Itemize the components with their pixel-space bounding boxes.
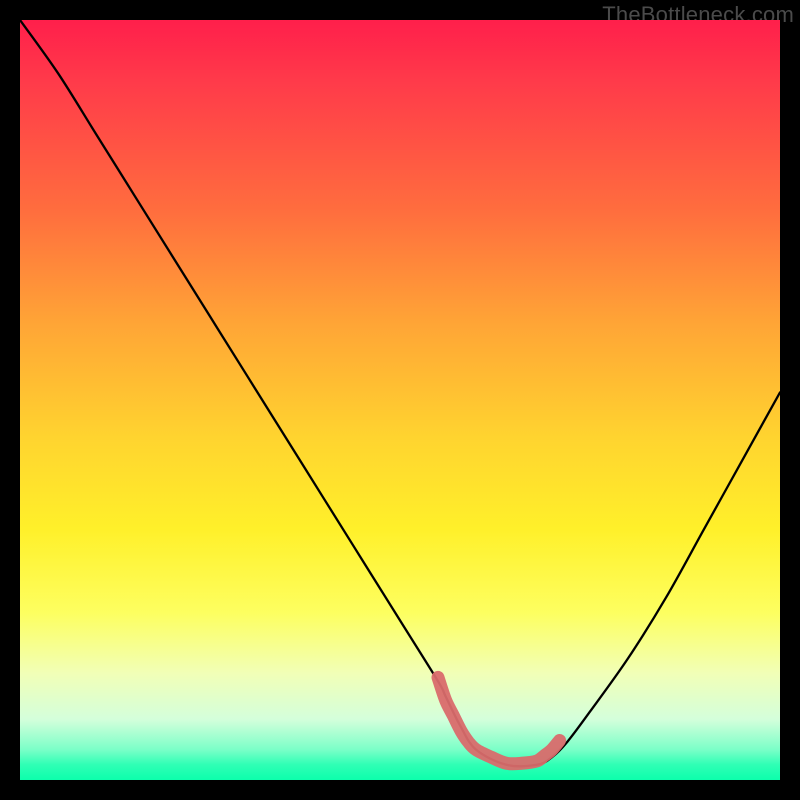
optimal-zone-highlight — [438, 677, 560, 763]
chart-plot-area — [20, 20, 780, 780]
chart-svg — [20, 20, 780, 780]
bottleneck-curve — [20, 20, 780, 766]
chart-frame: TheBottleneck.com — [0, 0, 800, 800]
